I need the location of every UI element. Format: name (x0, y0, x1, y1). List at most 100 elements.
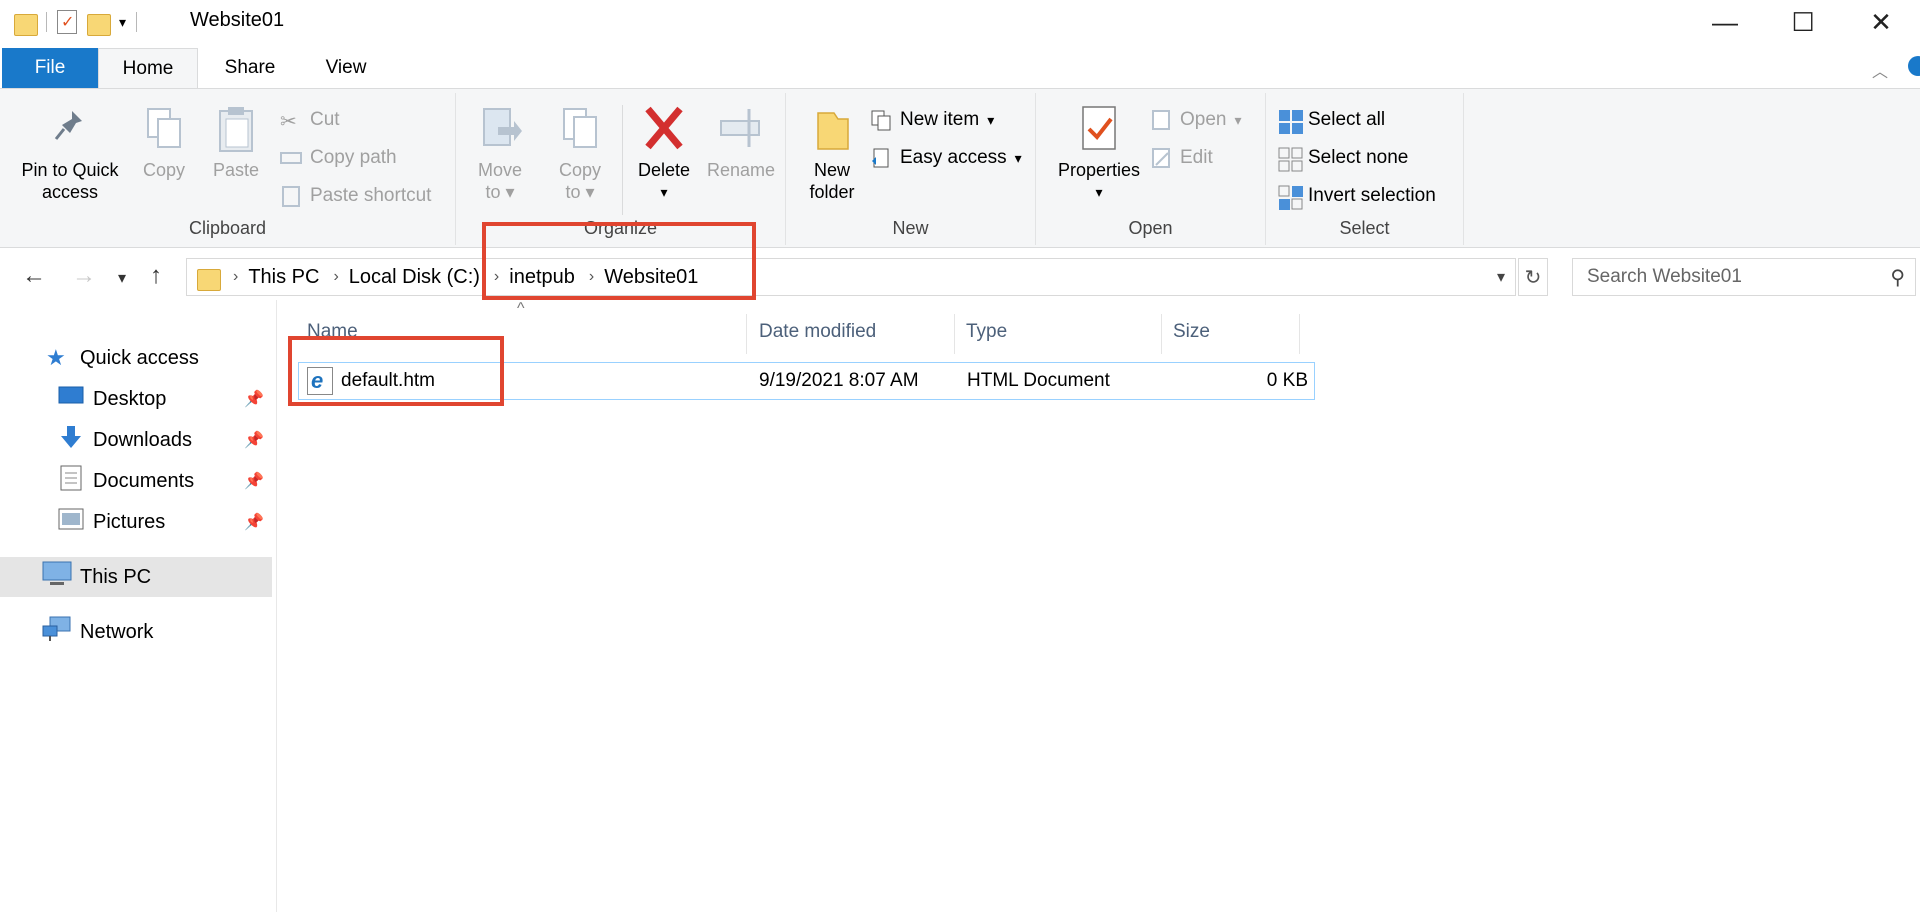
address-dropdown-icon[interactable]: ▾ (1497, 267, 1505, 287)
sidebar-item-documents[interactable]: Documents 📌 (0, 461, 272, 501)
clipboard-group: Pin to Quick access Copy Paste ✂ Cut Cop… (0, 93, 456, 245)
copy-to-label-line1: Copy (558, 160, 602, 180)
customize-toolbar-icon[interactable]: ▾ (119, 14, 126, 31)
select-group-label: Select (1339, 218, 1390, 238)
column-separator[interactable] (746, 314, 747, 354)
sidebar-item-desktop[interactable]: Desktop 📌 (0, 379, 272, 419)
pin-icon[interactable]: 📌 (244, 389, 264, 409)
cut-label: Cut (310, 109, 340, 130)
sidebar-label-documents: Documents (93, 469, 195, 492)
maximize-button[interactable]: ☐ (1764, 0, 1842, 44)
search-placeholder: Search Website01 (1587, 266, 1742, 287)
new-folder-icon[interactable] (87, 10, 111, 36)
select-all-button[interactable]: Select all (1278, 105, 1385, 135)
highlight-box-path (482, 222, 756, 300)
search-input[interactable]: Search Website01 ⚲ (1572, 258, 1916, 296)
paste-shortcut-button[interactable]: Paste shortcut (280, 181, 431, 211)
new-folder-label-line1: New (813, 160, 850, 180)
column-separator[interactable] (954, 314, 955, 354)
select-group: Select all Select none Invert selection … (1266, 93, 1464, 245)
sort-ascending-icon: ^ (517, 300, 525, 317)
window-controls: — ☐ ✕ (1686, 0, 1920, 44)
move-to-button[interactable]: Move to ▾ (460, 103, 540, 203)
copy-to-icon (558, 103, 602, 155)
properties-icon[interactable] (57, 10, 77, 34)
window-title: Website01 (190, 9, 285, 31)
sidebar-item-network[interactable]: Network (0, 612, 272, 652)
address-bar[interactable]: › This PC › Local Disk (C:) › inetpub › … (186, 258, 1516, 296)
back-arrow-icon[interactable]: ← (22, 262, 46, 290)
invert-selection-button[interactable]: Invert selection (1278, 181, 1436, 211)
sidebar-item-downloads[interactable]: Downloads 📌 (0, 420, 272, 460)
pin-icon[interactable]: 📌 (244, 512, 264, 532)
pin-label-line2: access (41, 182, 99, 202)
copy-to-label-line2: to ▾ (565, 182, 595, 202)
close-button[interactable]: ✕ (1842, 0, 1920, 44)
copy-button[interactable]: Copy (134, 103, 194, 181)
pin-icon[interactable]: 📌 (244, 430, 264, 450)
help-icon[interactable] (1908, 56, 1920, 76)
tab-file[interactable]: File (2, 48, 98, 88)
breadcrumb-this-pc[interactable]: This PC (248, 266, 319, 289)
computer-icon (42, 561, 72, 593)
delete-label: Delete (637, 160, 691, 180)
easy-access-icon (870, 147, 892, 169)
copy-to-button[interactable]: Copy to ▾ (540, 103, 620, 203)
edit-button[interactable]: Edit (1150, 143, 1213, 173)
folder-icon (197, 265, 221, 291)
tab-home[interactable]: Home (98, 48, 198, 89)
tab-share[interactable]: Share (204, 48, 296, 88)
documents-icon (60, 465, 82, 497)
pin-icon[interactable]: 📌 (244, 471, 264, 491)
minimize-button[interactable]: — (1686, 0, 1764, 44)
refresh-button[interactable]: ↻ (1518, 258, 1548, 296)
copy-path-button[interactable]: Copy path (280, 143, 397, 173)
copy-icon (142, 103, 186, 155)
breadcrumb-local-disk[interactable]: Local Disk (C:) (349, 266, 480, 289)
chevron-right-icon[interactable]: › (333, 268, 338, 286)
up-arrow-icon[interactable]: ↑ (150, 262, 162, 290)
sidebar-label-downloads: Downloads (93, 428, 192, 451)
column-header-date-modified[interactable]: Date modified (759, 314, 876, 350)
sidebar-label-this-pc: This PC (80, 565, 152, 588)
properties-button[interactable]: Properties ▾ (1044, 103, 1154, 203)
select-none-button[interactable]: Select none (1278, 143, 1408, 173)
cut-button[interactable]: ✂ Cut (280, 105, 340, 135)
sidebar-item-quick-access[interactable]: ★ Quick access (0, 338, 272, 378)
easy-access-button[interactable]: Easy access ▾ (870, 143, 1022, 173)
delete-button[interactable]: Delete ▾ (624, 103, 704, 203)
sidebar-item-this-pc[interactable]: This PC (0, 557, 272, 597)
star-icon: ★ (46, 345, 66, 370)
column-separator[interactable] (1161, 314, 1162, 354)
paste-button[interactable]: Paste (206, 103, 266, 181)
open-label: Open (1180, 109, 1227, 130)
rename-button[interactable]: Rename (698, 103, 784, 181)
column-header-size[interactable]: Size (1173, 314, 1210, 350)
new-item-button[interactable]: New item ▾ (870, 105, 994, 135)
chevron-right-icon[interactable]: › (233, 268, 238, 286)
search-icon[interactable]: ⚲ (1890, 265, 1905, 290)
copy-path-label: Copy path (310, 147, 397, 168)
tab-view[interactable]: View (300, 48, 392, 88)
forward-arrow-icon[interactable]: → (72, 262, 96, 290)
column-separator[interactable] (1299, 314, 1300, 354)
collapse-ribbon-icon[interactable]: ︿ (1872, 58, 1888, 82)
column-header-type[interactable]: Type (966, 314, 1007, 350)
chevron-down-icon: ▾ (1234, 111, 1242, 128)
copy-path-icon (280, 147, 302, 169)
move-to-icon (478, 103, 522, 155)
pin-to-quick-access-button[interactable]: Pin to Quick access (12, 103, 128, 203)
open-button[interactable]: Open ▾ (1150, 105, 1242, 135)
sidebar-label-quick-access: Quick access (80, 346, 199, 369)
clipboard-group-label: Clipboard (188, 218, 267, 238)
highlight-box-file (288, 336, 504, 406)
delete-dropdown-icon: ▾ (660, 184, 668, 200)
paste-label: Paste (212, 160, 260, 180)
open-group-label: Open (1128, 218, 1173, 238)
new-folder-button[interactable]: New folder (792, 103, 872, 203)
recent-locations-icon[interactable]: ▾ (118, 268, 126, 288)
open-icon (1150, 109, 1172, 131)
network-icon (42, 616, 72, 648)
sidebar-item-pictures[interactable]: Pictures 📌 (0, 502, 272, 542)
paste-shortcut-label: Paste shortcut (310, 185, 432, 206)
